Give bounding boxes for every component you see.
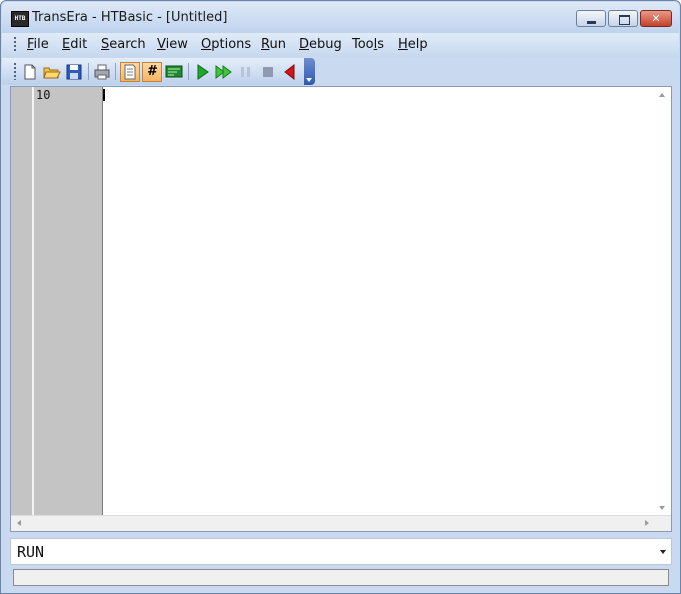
line-number: 10: [36, 88, 51, 102]
save-disk-icon: [66, 64, 82, 80]
new-file-icon: [24, 64, 36, 80]
toolbar-separator: [115, 63, 116, 80]
command-history-dropdown-icon[interactable]: [660, 550, 666, 554]
edit-mode-button[interactable]: [120, 62, 140, 82]
toolbar-separator: [88, 63, 89, 80]
line-numbers-button[interactable]: #: [142, 62, 162, 82]
menu-search[interactable]: Search: [101, 37, 146, 52]
menu-debug[interactable]: Debug: [299, 37, 342, 52]
continue-icon: [215, 65, 232, 79]
menu-edit[interactable]: Edit: [62, 37, 87, 52]
vertical-scrollbar[interactable]: [654, 87, 671, 517]
maximize-icon: [619, 15, 630, 25]
window-title: TransEra - HTBasic - [Untitled]: [32, 10, 228, 25]
toolbar-separator: [188, 63, 189, 80]
menu-bar: File Edit Search View Options Run Debug …: [2, 33, 679, 57]
menu-run[interactable]: Run: [261, 37, 286, 52]
menu-view[interactable]: View: [157, 37, 188, 52]
line-number-gutter: [34, 87, 103, 517]
menu-tools[interactable]: Tools: [352, 37, 384, 52]
menu-options[interactable]: Options: [201, 37, 251, 52]
print-icon: [94, 64, 110, 80]
run-button[interactable]: [192, 62, 212, 82]
run-icon: [197, 64, 209, 80]
chevron-down-icon: [306, 78, 312, 82]
step-back-button[interactable]: [280, 62, 300, 82]
step-back-icon: [284, 63, 295, 81]
continue-button[interactable]: [214, 62, 234, 82]
breakpoint-margin[interactable]: [11, 87, 32, 517]
line-numbers-icon: #: [147, 64, 157, 79]
scroll-left-arrow-icon[interactable]: [17, 520, 21, 526]
app-window: HTB TransEra - HTBasic - [Untitled] ✕ Fi…: [0, 0, 681, 594]
command-line-value: RUN: [17, 543, 45, 561]
open-folder-button[interactable]: [42, 62, 62, 82]
pause-icon: [241, 67, 250, 77]
title-bar[interactable]: HTB TransEra - HTBasic - [Untitled] ✕: [2, 2, 679, 33]
new-file-button[interactable]: [20, 62, 40, 82]
edit-mode-icon: [124, 64, 136, 80]
stop-icon: [263, 67, 273, 77]
scroll-up-arrow-icon[interactable]: [659, 93, 665, 97]
minimize-icon: [587, 21, 596, 24]
toolbar-grip-handle[interactable]: [14, 63, 16, 80]
menu-help[interactable]: Help: [398, 37, 428, 52]
text-caret: [103, 89, 105, 101]
htbasic-app-icon[interactable]: HTB: [11, 11, 29, 27]
status-bar: [13, 569, 669, 586]
menu-file[interactable]: File: [27, 37, 49, 52]
horizontal-scrollbar[interactable]: [11, 515, 671, 531]
close-icon: ✕: [651, 12, 661, 25]
output-screen-button[interactable]: [164, 62, 184, 82]
pause-button[interactable]: [236, 62, 256, 82]
scroll-right-arrow-icon[interactable]: [645, 520, 649, 526]
toolbar-overflow-button[interactable]: [304, 58, 315, 85]
minimize-button[interactable]: [576, 10, 606, 27]
scroll-down-arrow-icon[interactable]: [659, 506, 665, 510]
menubar-grip-handle[interactable]: [14, 37, 16, 53]
command-line-input[interactable]: RUN: [10, 538, 672, 565]
toolbar: #: [2, 58, 315, 85]
stop-button[interactable]: [258, 62, 278, 82]
save-button[interactable]: [64, 62, 84, 82]
output-screen-icon: [165, 65, 183, 78]
maximize-button[interactable]: [608, 10, 638, 27]
close-button[interactable]: ✕: [640, 10, 672, 27]
print-button[interactable]: [92, 62, 112, 82]
open-folder-icon: [43, 67, 61, 79]
program-editor[interactable]: 10: [10, 86, 672, 532]
